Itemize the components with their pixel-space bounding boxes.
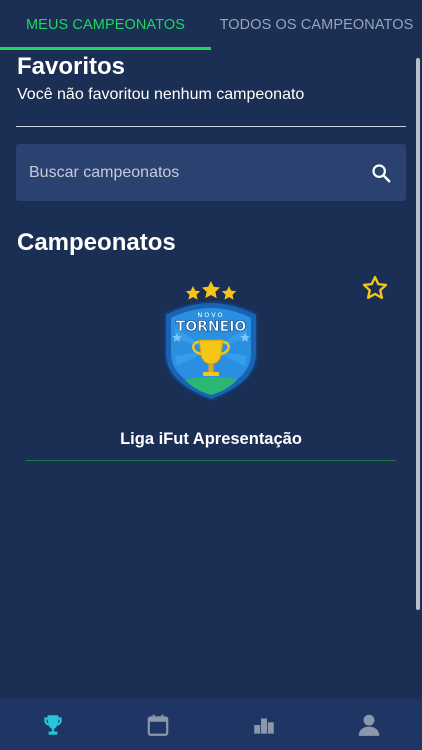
logo-text-main: TORNEIO [176,319,247,335]
championships-title: Campeonatos [17,229,176,256]
divider [16,126,406,127]
nav-championships[interactable] [0,699,106,750]
nav-calendar[interactable] [106,699,212,750]
tab-todos-os-campeonatos[interactable]: TODOS OS CAMPEONATOS [211,0,422,50]
tab-meus-campeonatos[interactable]: MEUS CAMPEONATOS [0,0,211,50]
tournament-logo: NOVO TORNEIO [164,281,258,402]
search-input[interactable]: Buscar campeonatos [29,164,370,182]
scrollbar[interactable] [416,58,420,610]
search-bar[interactable]: Buscar campeonatos [16,144,406,201]
calendar-icon [147,714,169,736]
profile-icon [358,714,380,736]
championship-card[interactable]: NOVO TORNEIO Liga iFut Apresentação [26,278,396,462]
top-tabs: MEUS CAMPEONATOS TODOS OS CAMPEONATOS [0,0,422,50]
nav-ranking[interactable] [211,699,317,750]
logo-text-top: NOVO [197,311,224,319]
trophy-icon [44,714,62,735]
card-divider [26,460,396,461]
ranking-icon [254,718,274,734]
nav-profile[interactable] [317,699,422,750]
favorites-title: Favoritos [17,53,126,80]
bottom-navigation [0,699,422,750]
search-icon[interactable] [370,162,392,184]
championship-name: Liga iFut Apresentação [120,430,302,448]
favorites-empty-message: Você não favoritou nenhum campeonato [17,86,305,103]
